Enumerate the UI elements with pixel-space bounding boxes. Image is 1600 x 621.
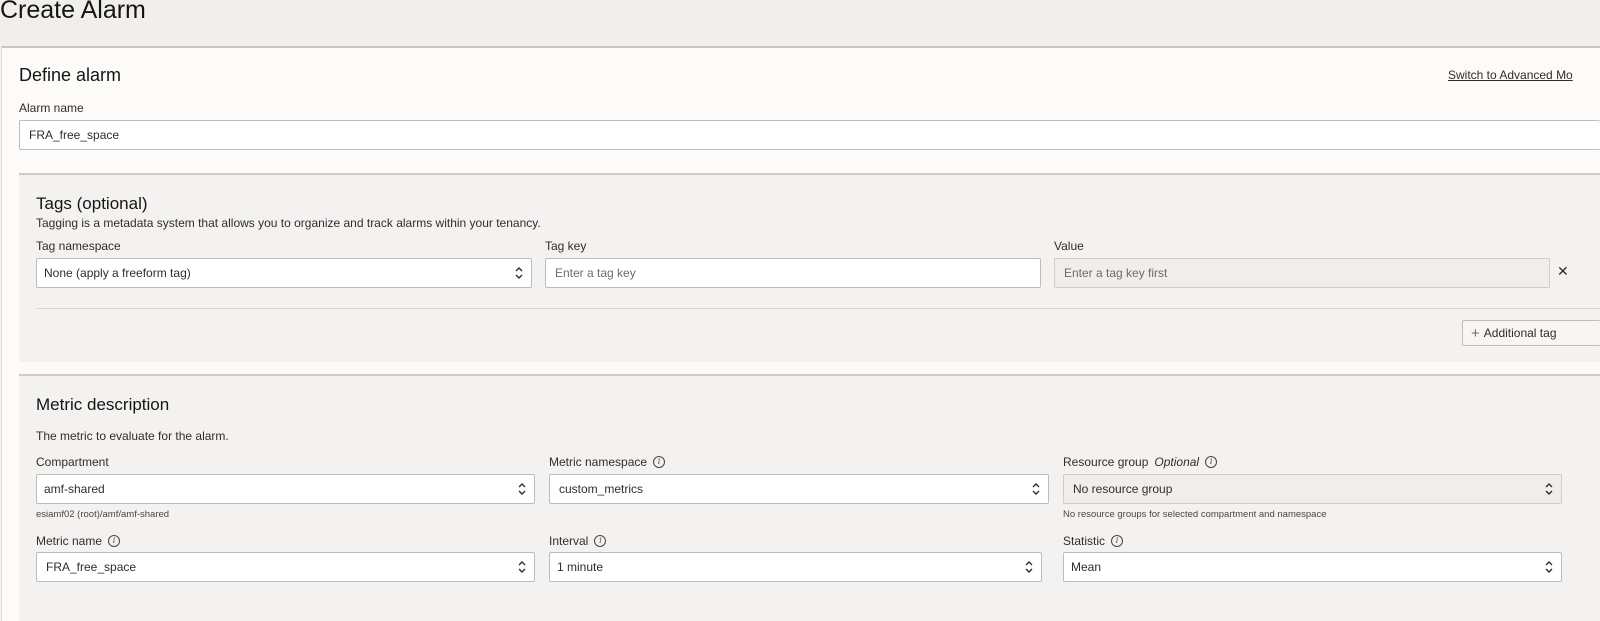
metric-description-text: The metric to evaluate for the alarm. [36,429,229,443]
interval-select[interactable]: 1 minute [549,552,1042,582]
statistic-label-row: Statistic i [1063,534,1124,548]
chevron-updown-icon [1025,561,1033,573]
metric-name-select[interactable]: FRA_free_space [36,552,535,582]
resource-group-select[interactable]: No resource group [1063,474,1562,504]
tags-description: Tagging is a metadata system that allows… [36,216,541,230]
chevron-updown-icon [515,267,523,279]
additional-tag-button[interactable]: + Additional tag [1462,320,1600,346]
additional-tag-label: Additional tag [1483,326,1557,340]
compartment-value: amf-shared [44,482,105,496]
metric-namespace-select[interactable]: custom_metrics [549,474,1049,504]
metric-description-heading: Metric description [36,395,170,414]
info-icon[interactable]: i [1111,535,1124,547]
optional-label: Optional [1154,455,1200,469]
compartment-select[interactable]: amf-shared [36,474,535,504]
tag-namespace-value: None (apply a freeform tag) [44,266,191,280]
switch-to-advanced-mode-link[interactable]: Switch to Advanced Mo [1448,68,1573,82]
interval-label-row: Interval i [549,534,607,548]
chevron-updown-icon [518,561,526,573]
resource-group-hint: No resource groups for selected compartm… [1063,509,1327,520]
page-title: Create Alarm [0,0,146,24]
metric-name-label: Metric name [36,534,103,548]
tags-divider [36,308,1600,309]
statistic-label: Statistic [1063,534,1106,548]
chevron-updown-icon [1545,561,1553,573]
tags-heading: Tags (optional) [36,194,148,213]
resource-group-label: Resource group [1063,455,1149,469]
remove-tag-icon[interactable]: ✕ [1557,263,1569,280]
tag-key-input[interactable]: Enter a tag key [545,258,1041,288]
plus-icon: + [1471,324,1480,342]
metric-name-label-row: Metric name i [36,534,121,548]
tag-value-input: Enter a tag key first [1054,258,1550,288]
metric-namespace-label-row: Metric namespace i [549,455,666,469]
chevron-updown-icon [518,483,526,495]
chevron-updown-icon [1545,483,1553,495]
resource-group-value: No resource group [1073,482,1173,496]
define-alarm-heading: Define alarm [19,65,122,85]
chevron-updown-icon [1032,483,1040,495]
statistic-select[interactable]: Mean [1063,552,1562,582]
resource-group-label-row: Resource group Optional i [1063,455,1218,469]
statistic-value: Mean [1071,560,1102,574]
compartment-label: Compartment [36,455,109,469]
info-icon[interactable]: i [594,535,607,547]
compartment-path-hint: esiamf02 (root)/amf/amf-shared [36,509,170,520]
info-icon[interactable]: i [108,535,121,547]
metric-namespace-value: custom_metrics [559,482,644,496]
info-icon[interactable]: i [1205,456,1218,468]
interval-value: 1 minute [557,560,604,574]
alarm-name-label: Alarm name [19,101,84,115]
info-icon[interactable]: i [653,456,666,468]
tag-namespace-label: Tag namespace [36,239,121,253]
alarm-name-input[interactable]: FRA_free_space [19,120,1600,150]
interval-label: Interval [549,534,589,548]
metric-name-value: FRA_free_space [46,560,137,574]
metric-namespace-label: Metric namespace [549,455,648,469]
tag-value-label: Value [1054,239,1084,253]
tag-namespace-select[interactable]: None (apply a freeform tag) [36,258,532,288]
tag-key-label: Tag key [545,239,587,253]
